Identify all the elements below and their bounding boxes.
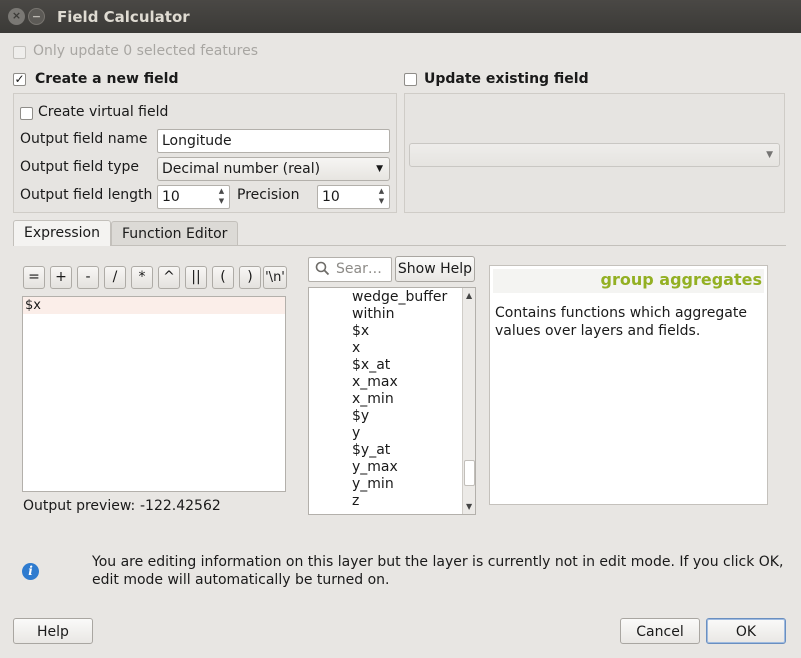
chevron-down-icon: ▼ — [766, 150, 773, 160]
minimize-icon[interactable]: − — [28, 8, 45, 25]
info-icon: i — [22, 563, 39, 580]
precision-value: 10 — [322, 189, 340, 205]
precision-spinbox[interactable]: 10 ▲ ▼ — [317, 185, 390, 209]
update-existing-field-label: Update existing field — [424, 71, 589, 87]
tab-pane-border — [13, 245, 786, 246]
create-new-field-label: Create a new field — [35, 71, 179, 87]
search-icon — [315, 261, 330, 276]
list-item[interactable]: wedge_buffer — [352, 289, 447, 306]
operator-divide-button[interactable]: / — [104, 266, 126, 289]
output-field-type-value: Decimal number (real) — [162, 161, 321, 177]
output-field-length-label: Output field length — [20, 187, 153, 203]
spin-up-icon[interactable]: ▲ — [216, 187, 227, 196]
scroll-up-icon[interactable]: ▲ — [466, 291, 472, 300]
list-item[interactable]: $y_at — [352, 442, 390, 459]
list-item[interactable]: y — [352, 425, 360, 442]
scroll-down-icon[interactable]: ▼ — [466, 502, 472, 511]
ok-button[interactable]: OK — [706, 618, 786, 644]
output-field-type-label: Output field type — [20, 159, 140, 175]
list-item[interactable]: $x — [352, 323, 369, 340]
only-update-selected-label: Only update 0 selected features — [33, 43, 259, 59]
title-bar: × − Field Calculator — [0, 0, 801, 33]
operator-minus-button[interactable]: - — [77, 266, 99, 289]
operator-equals-button[interactable]: = — [23, 266, 45, 289]
list-item[interactable]: $x_at — [352, 357, 390, 374]
operator-plus-button[interactable]: + — [50, 266, 72, 289]
window-title: Field Calculator — [57, 8, 190, 26]
update-existing-field-checkbox[interactable] — [404, 73, 417, 86]
spin-down-icon[interactable]: ▼ — [216, 197, 227, 206]
help-button[interactable]: Help — [13, 618, 93, 644]
current-line-highlight — [23, 297, 285, 314]
list-item[interactable]: z — [352, 493, 359, 510]
output-field-name-label: Output field name — [20, 131, 148, 147]
precision-label: Precision — [237, 187, 300, 203]
output-preview-value: -122.42562 — [140, 498, 221, 514]
list-item[interactable]: x — [352, 340, 360, 357]
function-help-panel: group aggregates Contains functions whic… — [489, 265, 768, 505]
help-description: Contains functions which aggregate value… — [495, 305, 747, 339]
output-field-length-value: 10 — [162, 189, 180, 205]
operator-concat-button[interactable]: || — [185, 266, 207, 289]
list-item[interactable]: x_max — [352, 374, 398, 391]
close-icon[interactable]: × — [8, 8, 25, 25]
existing-field-select[interactable]: ▼ — [409, 143, 780, 167]
scrollbar-thumb[interactable] — [464, 460, 475, 486]
function-list[interactable]: wedge_buffer within $x x $x_at x_max x_m… — [308, 287, 476, 515]
operator-newline-button[interactable]: '\n' — [263, 266, 287, 289]
operator-open-paren-button[interactable]: ( — [212, 266, 234, 289]
output-field-name-input[interactable]: Longitude — [157, 129, 390, 153]
expression-editor[interactable]: $x — [22, 296, 286, 492]
spin-down-icon[interactable]: ▼ — [376, 197, 387, 206]
output-preview-label: Output preview: — [23, 498, 136, 514]
edit-mode-message: You are editing information on this laye… — [92, 554, 784, 588]
list-item[interactable]: $y — [352, 408, 369, 425]
chevron-down-icon: ▼ — [376, 164, 383, 174]
function-search-placeholder: Sear… — [336, 261, 382, 277]
expression-text: $x — [25, 298, 41, 313]
help-title: group aggregates — [600, 270, 762, 289]
function-list-scrollbar[interactable]: ▲ ▼ — [462, 288, 475, 514]
create-virtual-field-label: Create virtual field — [38, 104, 169, 120]
list-item[interactable]: y_max — [352, 459, 398, 476]
tab-expression[interactable]: Expression — [13, 220, 111, 246]
only-update-selected-checkbox[interactable] — [13, 46, 26, 59]
list-item[interactable]: x_min — [352, 391, 394, 408]
operator-power-button[interactable]: ^ — [158, 266, 180, 289]
output-field-length-spinbox[interactable]: 10 ▲ ▼ — [157, 185, 230, 209]
spin-up-icon[interactable]: ▲ — [376, 187, 387, 196]
cancel-button[interactable]: Cancel — [620, 618, 700, 644]
tab-function-editor[interactable]: Function Editor — [111, 221, 239, 245]
output-field-type-select[interactable]: Decimal number (real) ▼ — [157, 157, 390, 181]
create-new-field-checkbox[interactable]: ✓ — [13, 73, 26, 86]
show-help-button[interactable]: Show Help — [395, 256, 475, 282]
create-virtual-field-checkbox[interactable] — [20, 107, 33, 120]
list-item[interactable]: within — [352, 306, 394, 323]
operator-multiply-button[interactable]: * — [131, 266, 153, 289]
operator-close-paren-button[interactable]: ) — [239, 266, 261, 289]
list-item[interactable]: y_min — [352, 476, 394, 493]
